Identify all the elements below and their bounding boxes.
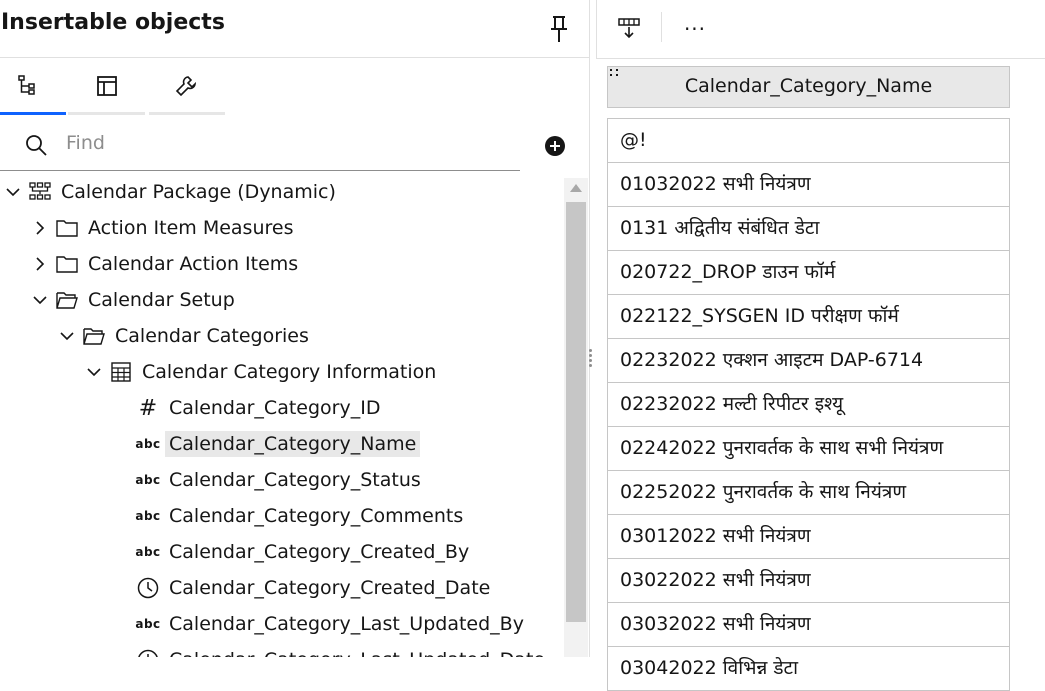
source-tree: Calendar Package (Dynamic) Action Item M… — [0, 175, 560, 657]
object-toolbar: ··· — [596, 0, 1045, 59]
tree-node-calendar-action-items[interactable]: Calendar Action Items — [29, 247, 302, 281]
list-item[interactable]: 02232022 एक्शन आइटम DAP-6714 — [608, 339, 1009, 383]
tree-node-label: Calendar_Category_ID — [169, 397, 381, 419]
folder-icon — [55, 216, 79, 240]
tree-node-calendar-category-created-by[interactable]: abc Calendar_Category_Created_By — [135, 535, 473, 569]
folder-open-icon — [55, 288, 79, 312]
tree-scrollbar[interactable] — [564, 178, 588, 657]
column-header-label: Calendar_Category_Name — [684, 75, 933, 97]
drag-handle-icon[interactable] — [610, 69, 620, 77]
list-item[interactable]: 03042022 विभिन्न डेटा — [608, 647, 1009, 691]
package-icon — [28, 180, 52, 204]
scroll-up-arrow-icon[interactable] — [570, 184, 582, 192]
clock-icon — [136, 576, 160, 600]
tab-source-tree[interactable] — [0, 59, 66, 115]
tree-node-calendar-category-name[interactable]: abc Calendar_Category_Name — [135, 427, 421, 461]
tree-node-label: Calendar_Category_Created_By — [169, 541, 470, 563]
tree-node-calendar-category-last-updated-date[interactable]: Calendar_Category_Last_Updated_Date — [136, 643, 549, 657]
chevron-right-icon[interactable] — [29, 253, 51, 275]
tree-node-calendar-category-last-updated-by[interactable]: abc Calendar_Category_Last_Updated_By — [135, 607, 528, 641]
tree-node-calendar-package[interactable]: Calendar Package (Dynamic) — [2, 175, 340, 209]
search-icon — [26, 135, 47, 156]
tree-node-label: Calendar_Category_Status — [169, 469, 421, 491]
tree-node-calendar-category-status[interactable]: abc Calendar_Category_Status — [135, 463, 425, 497]
more-options-button[interactable]: ··· — [675, 12, 715, 46]
tree-node-label: Calendar Action Items — [88, 253, 299, 275]
list-item[interactable]: 03012022 सभी नियंत्रण — [608, 515, 1009, 559]
add-button[interactable] — [544, 135, 566, 157]
toolbar-separator — [661, 12, 662, 42]
search-bar — [0, 116, 520, 171]
list-item[interactable]: 022122_SYSGEN ID परीक्षण फॉर्म — [608, 295, 1009, 339]
tree-node-label: Action Item Measures — [88, 217, 294, 239]
header-divider — [0, 57, 589, 58]
tree-node-calendar-category-comments[interactable]: abc Calendar_Category_Comments — [135, 499, 467, 533]
tree-node-label: Calendar Category Information — [142, 361, 437, 383]
list-item[interactable]: 020722_DROP डाउन फॉर्म — [608, 251, 1009, 295]
add-circle-icon — [545, 136, 565, 156]
overflow-menu-icon: ··· — [683, 17, 707, 41]
wrench-icon — [175, 76, 197, 97]
list-rows: @! 01032022 सभी नियंत्रण 0131 अद्वितीय स… — [607, 118, 1010, 691]
chevron-down-icon[interactable] — [56, 325, 78, 347]
list-item[interactable]: 03032022 सभी नियंत्रण — [608, 603, 1009, 647]
tab-tools[interactable] — [156, 59, 222, 115]
tree-node-calendar-category-created-date[interactable]: Calendar_Category_Created_Date — [136, 571, 494, 605]
insert-column-button[interactable] — [609, 12, 649, 46]
tree-node-label: Calendar Setup — [88, 289, 235, 311]
toolbox-icon — [97, 76, 117, 96]
chevron-down-icon[interactable] — [83, 361, 105, 383]
clock-icon — [136, 648, 160, 657]
text-abc-icon: abc — [135, 437, 161, 451]
list-item[interactable]: 0131 अद्वितीय संबंधित डेटा — [608, 207, 1009, 251]
source-tree-icon — [18, 75, 35, 95]
tree-node-calendar-category-id[interactable]: # Calendar_Category_ID — [136, 391, 384, 425]
tree-node-calendar-category-information[interactable]: Calendar Category Information — [83, 355, 440, 389]
text-abc-icon: abc — [135, 617, 161, 631]
tree-node-label: Calendar_Category_Created_Date — [169, 577, 491, 599]
panel-title: Insertable objects — [1, 10, 225, 35]
folder-open-icon — [82, 324, 106, 348]
tree-node-label: Calendar_Category_Last_Updated_By — [169, 613, 524, 635]
tree-node-label: Calendar_Category_Last_Updated_Date — [165, 647, 549, 657]
chevron-right-icon[interactable] — [29, 217, 51, 239]
tree-node-label: Calendar Package (Dynamic) — [61, 181, 336, 203]
list-item[interactable]: @! — [608, 119, 1009, 163]
folder-icon — [55, 252, 79, 276]
list-header[interactable]: Calendar_Category_Name — [607, 66, 1010, 108]
insert-column-icon — [618, 18, 640, 39]
tree-node-calendar-categories[interactable]: Calendar Categories — [56, 319, 313, 353]
number-icon: # — [138, 395, 158, 421]
chevron-down-icon[interactable] — [2, 181, 24, 203]
pin-button[interactable] — [546, 14, 572, 44]
tab-toolbox[interactable] — [77, 59, 143, 115]
insertable-objects-panel: Insertable objects Find Calendar Package… — [0, 0, 589, 657]
tree-node-action-item-measures[interactable]: Action Item Measures — [29, 211, 297, 245]
text-abc-icon: abc — [135, 473, 161, 487]
list-item[interactable]: 03022022 सभी नियंत्रण — [608, 559, 1009, 603]
tab-underline — [0, 112, 66, 115]
chevron-down-icon[interactable] — [29, 289, 51, 311]
text-abc-icon: abc — [135, 545, 161, 559]
tree-node-calendar-setup[interactable]: Calendar Setup — [29, 283, 239, 317]
tree-node-label: Calendar Categories — [115, 325, 309, 347]
list-item[interactable]: 02252022 पुनरावर्तक के साथ नियंत्रण — [608, 471, 1009, 515]
list-item[interactable]: 01032022 सभी नियंत्रण — [608, 163, 1009, 207]
list-item[interactable]: 02242022 पुनरावर्तक के साथ सभी नियंत्रण — [608, 427, 1009, 471]
list-item[interactable]: 02232022 मल्टी रिपीटर इश्यू — [608, 383, 1009, 427]
search-input[interactable] — [64, 128, 508, 158]
text-abc-icon: abc — [135, 509, 161, 523]
scroll-thumb[interactable] — [566, 202, 586, 622]
tree-node-label: Calendar_Category_Comments — [169, 505, 464, 527]
table-icon — [109, 360, 133, 384]
tree-node-label: Calendar_Category_Name — [165, 431, 421, 457]
pin-icon — [551, 16, 567, 42]
panel-splitter[interactable] — [589, 0, 590, 657]
splitter-grip-icon[interactable] — [589, 347, 594, 373]
